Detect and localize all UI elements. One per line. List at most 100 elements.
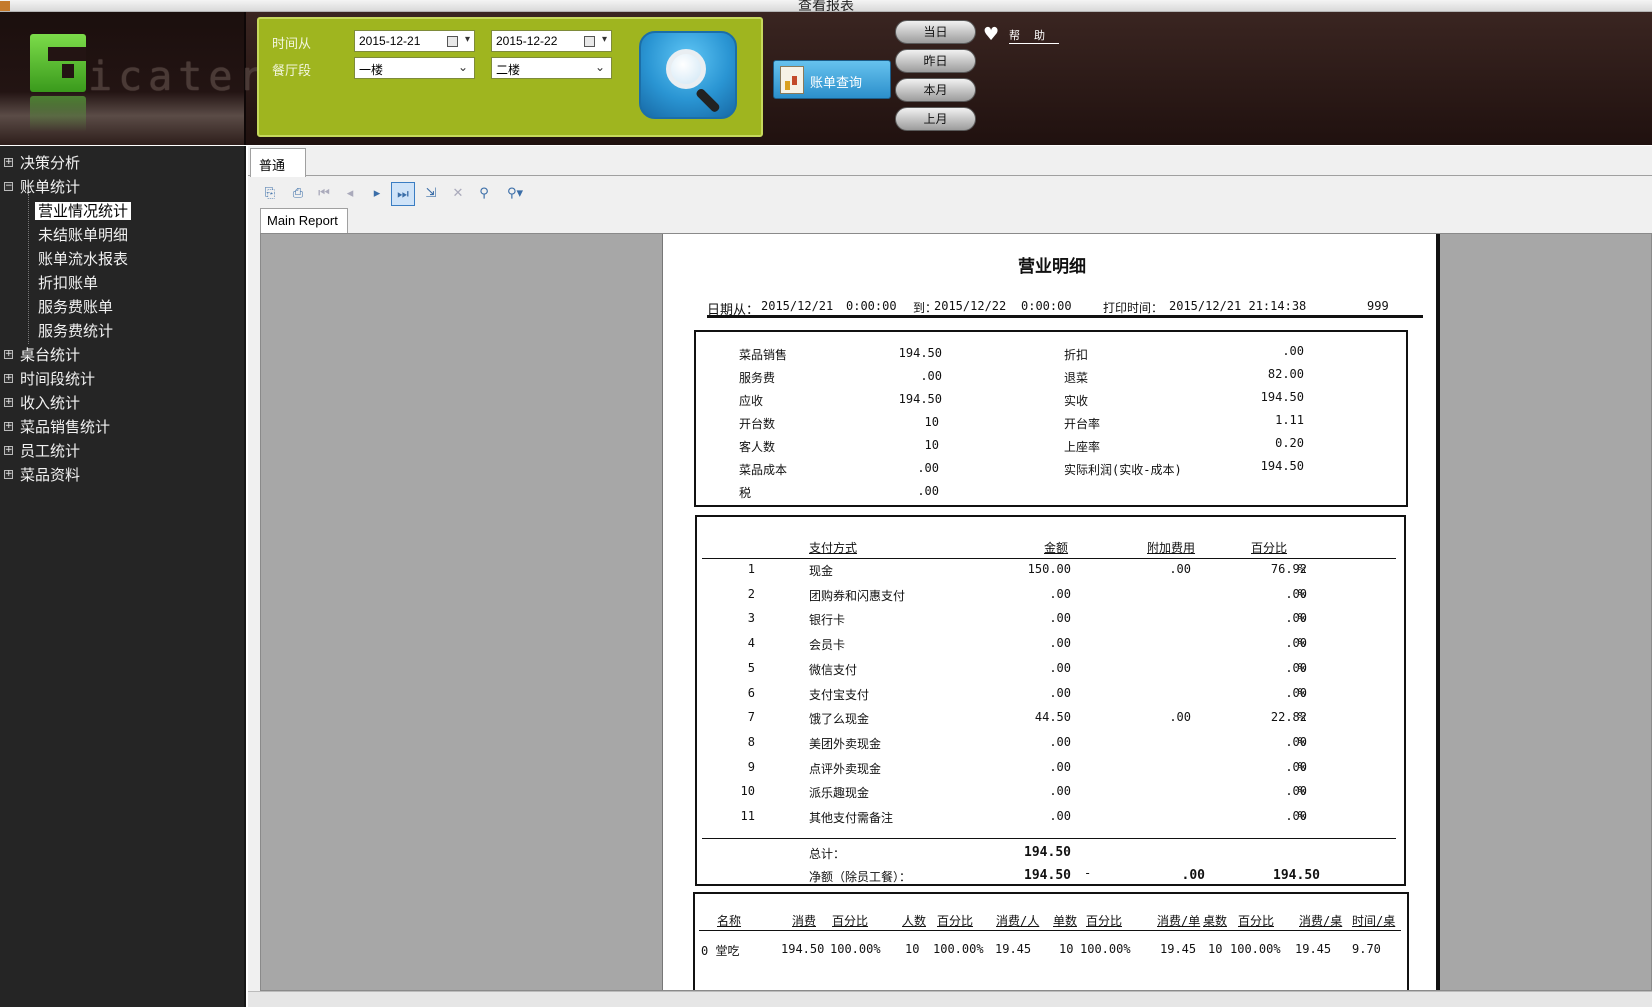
heart-icon[interactable]: ♥ [983, 26, 999, 44]
calendar-icon[interactable] [584, 36, 595, 47]
date-to-picker[interactable]: 2015-12-22 ▾ [491, 30, 612, 52]
sidebar-item-service-bills[interactable]: 服务费账单 [38, 296, 113, 318]
payment-row-no: 9 [747, 759, 755, 774]
summary-value: 1.11 [1275, 413, 1304, 427]
sidebar-item-label: 收入统计 [20, 394, 81, 412]
payment-row-amount: .00 [1049, 586, 1071, 601]
date-from-picker[interactable]: 2015-12-21 ▾ [354, 30, 475, 52]
section-stats-box: 名称 消费 百分比 人数 百分比 消费/人 单数 百分比 消费/单 桌数 百分比 消费/桌 时间/桌 0… [693, 892, 1409, 990]
section-from-select[interactable]: 一楼 ⌄ [354, 57, 475, 79]
sidebar-item-label: 菜品销售统计 [20, 418, 111, 436]
next-page-icon[interactable]: ▸ [365, 182, 389, 206]
payment-row-amount: 150.00 [1027, 562, 1071, 576]
last-page-icon[interactable]: ⏭ [391, 182, 415, 206]
expand-icon[interactable]: + [4, 350, 13, 359]
expand-icon[interactable]: + [4, 374, 13, 383]
sidebar-item-business-stats[interactable]: 营业情况统计 [35, 200, 132, 222]
col-header-amount: 金额 [1044, 541, 1069, 555]
col-header-extra: 附加费用 [1147, 541, 1196, 555]
payment-row-unit: % [1298, 685, 1306, 700]
payment-row-no: 6 [747, 685, 755, 700]
payment-row-percent: .00 [1285, 586, 1307, 601]
summary-value: .00 [1282, 344, 1304, 358]
find-icon[interactable]: ⚲ [472, 182, 496, 206]
chevron-down-icon[interactable]: ⌄ [458, 60, 468, 74]
payment-box: 支付方式 金额 附加费用 百分比 1 现金 150.00 .00 76.92% 2 团购券和… [695, 515, 1406, 886]
help-link[interactable]: 帮助 [1009, 27, 1059, 44]
payment-row-amount: .00 [1049, 636, 1071, 651]
today-button[interactable]: 当日 [895, 20, 976, 44]
expand-icon[interactable]: + [4, 422, 13, 431]
section-cell: 100.00% [830, 942, 881, 956]
tree-guide-line [28, 194, 29, 344]
expand-icon[interactable]: + [4, 158, 13, 167]
payment-row-method: 其他支付需备注 [809, 811, 894, 825]
print-icon[interactable]: ⎙ [286, 182, 310, 206]
collapse-icon[interactable]: − [4, 182, 13, 191]
section-to-select[interactable]: 二楼 ⌄ [491, 57, 612, 79]
section-col-header: 名称 [717, 914, 742, 928]
payment-row-extra: .00 [1169, 710, 1191, 725]
payment-row-amount: .00 [1049, 660, 1071, 675]
calendar-icon[interactable] [447, 36, 458, 47]
payment-row-unit: % [1298, 562, 1306, 576]
caret-down-icon[interactable]: ▾ [602, 34, 607, 45]
last-month-button[interactable]: 上月 [895, 107, 976, 131]
report-viewer[interactable]: 营业明细 日期从： 2015/12/21 0:00:00 到： 2015/12/… [260, 233, 1652, 991]
time-from: 0:00:00 [846, 299, 897, 313]
payment-row-amount: .00 [1049, 759, 1071, 774]
report-chart-icon [780, 66, 804, 94]
bill-query-button[interactable]: 账单查询 [773, 60, 891, 99]
section-col-header: 百分比 [1238, 914, 1275, 928]
summary-label: 开台率 [1064, 417, 1101, 431]
sidebar-item-bill-flow[interactable]: 账单流水报表 [38, 248, 128, 270]
summary-value: .00 [917, 461, 939, 475]
expand-icon[interactable]: + [4, 446, 13, 455]
summary-label: 上座率 [1064, 440, 1101, 454]
payment-row-percent: .00 [1285, 734, 1307, 749]
summary-label: 菜品销售 [739, 348, 788, 362]
zoom-dropdown-icon[interactable]: ⚲▾ [500, 182, 530, 206]
caret-down-icon[interactable]: ▾ [465, 34, 470, 45]
logo-reflection [30, 96, 86, 132]
section-col-header: 百分比 [1086, 914, 1123, 928]
export-icon[interactable]: ⎘ [258, 182, 282, 206]
tab-main-report[interactable]: Main Report [260, 208, 348, 233]
stop-icon[interactable]: ✕ [446, 182, 470, 206]
horizontal-scrollbar[interactable] [248, 991, 1652, 1007]
col-header-percent: 百分比 [1251, 541, 1288, 555]
section-cell: 194.50 [781, 942, 825, 956]
payment-row-method: 支付宝支付 [809, 687, 870, 702]
sidebar-item-service-stats[interactable]: 服务费统计 [38, 320, 113, 342]
summary-box: 菜品销售 194.50 服务费 .00 应收 194.50 开台数 10 客人数… [694, 330, 1408, 507]
report-page: 营业明细 日期从： 2015/12/21 0:00:00 到： 2015/12/… [662, 234, 1440, 990]
payment-row-amount: .00 [1049, 685, 1071, 700]
section-cell: 19.45 [1160, 942, 1197, 956]
section-col-header: 桌数 [1203, 914, 1228, 928]
logo-g-icon [30, 34, 86, 92]
payment-row-method: 现金 [809, 564, 834, 578]
yesterday-button[interactable]: 昨日 [895, 49, 976, 73]
time-from-label: 时间从 [272, 37, 312, 52]
chevron-down-icon[interactable]: ⌄ [595, 60, 605, 74]
payment-row-percent: .00 [1285, 784, 1307, 799]
net-extra: .00 [1181, 868, 1205, 883]
payment-row-no: 2 [747, 586, 755, 601]
prev-page-icon[interactable]: ◂ [338, 182, 362, 206]
sidebar-item-discount-bills[interactable]: 折扣账单 [38, 272, 98, 294]
goto-page-icon[interactable]: ⇲ [419, 182, 443, 206]
expand-icon[interactable]: + [4, 470, 13, 479]
date-from: 2015/12/21 [761, 299, 834, 313]
sidebar-item-unsettled[interactable]: 未结账单明细 [38, 224, 128, 246]
date-range-row: 日期从： 2015/12/21 0:00:00 到： 2015/12/22 0:… [707, 298, 1423, 318]
tab-normal[interactable]: 普通 [250, 148, 306, 177]
app-window: 查看报表 icater 时间从 2015-12-21 ▾ 2015-12-22 … [0, 0, 1652, 1007]
payment-row-amount: .00 [1049, 734, 1071, 749]
payment-row-percent: .00 [1285, 660, 1307, 675]
this-month-button[interactable]: 本月 [895, 78, 976, 102]
date-from-label: 日期从： [707, 303, 760, 318]
section-cell: 19.45 [1295, 942, 1332, 956]
expand-icon[interactable]: + [4, 398, 13, 407]
first-page-icon[interactable]: ⏮ [312, 182, 336, 206]
search-button[interactable] [639, 31, 737, 119]
